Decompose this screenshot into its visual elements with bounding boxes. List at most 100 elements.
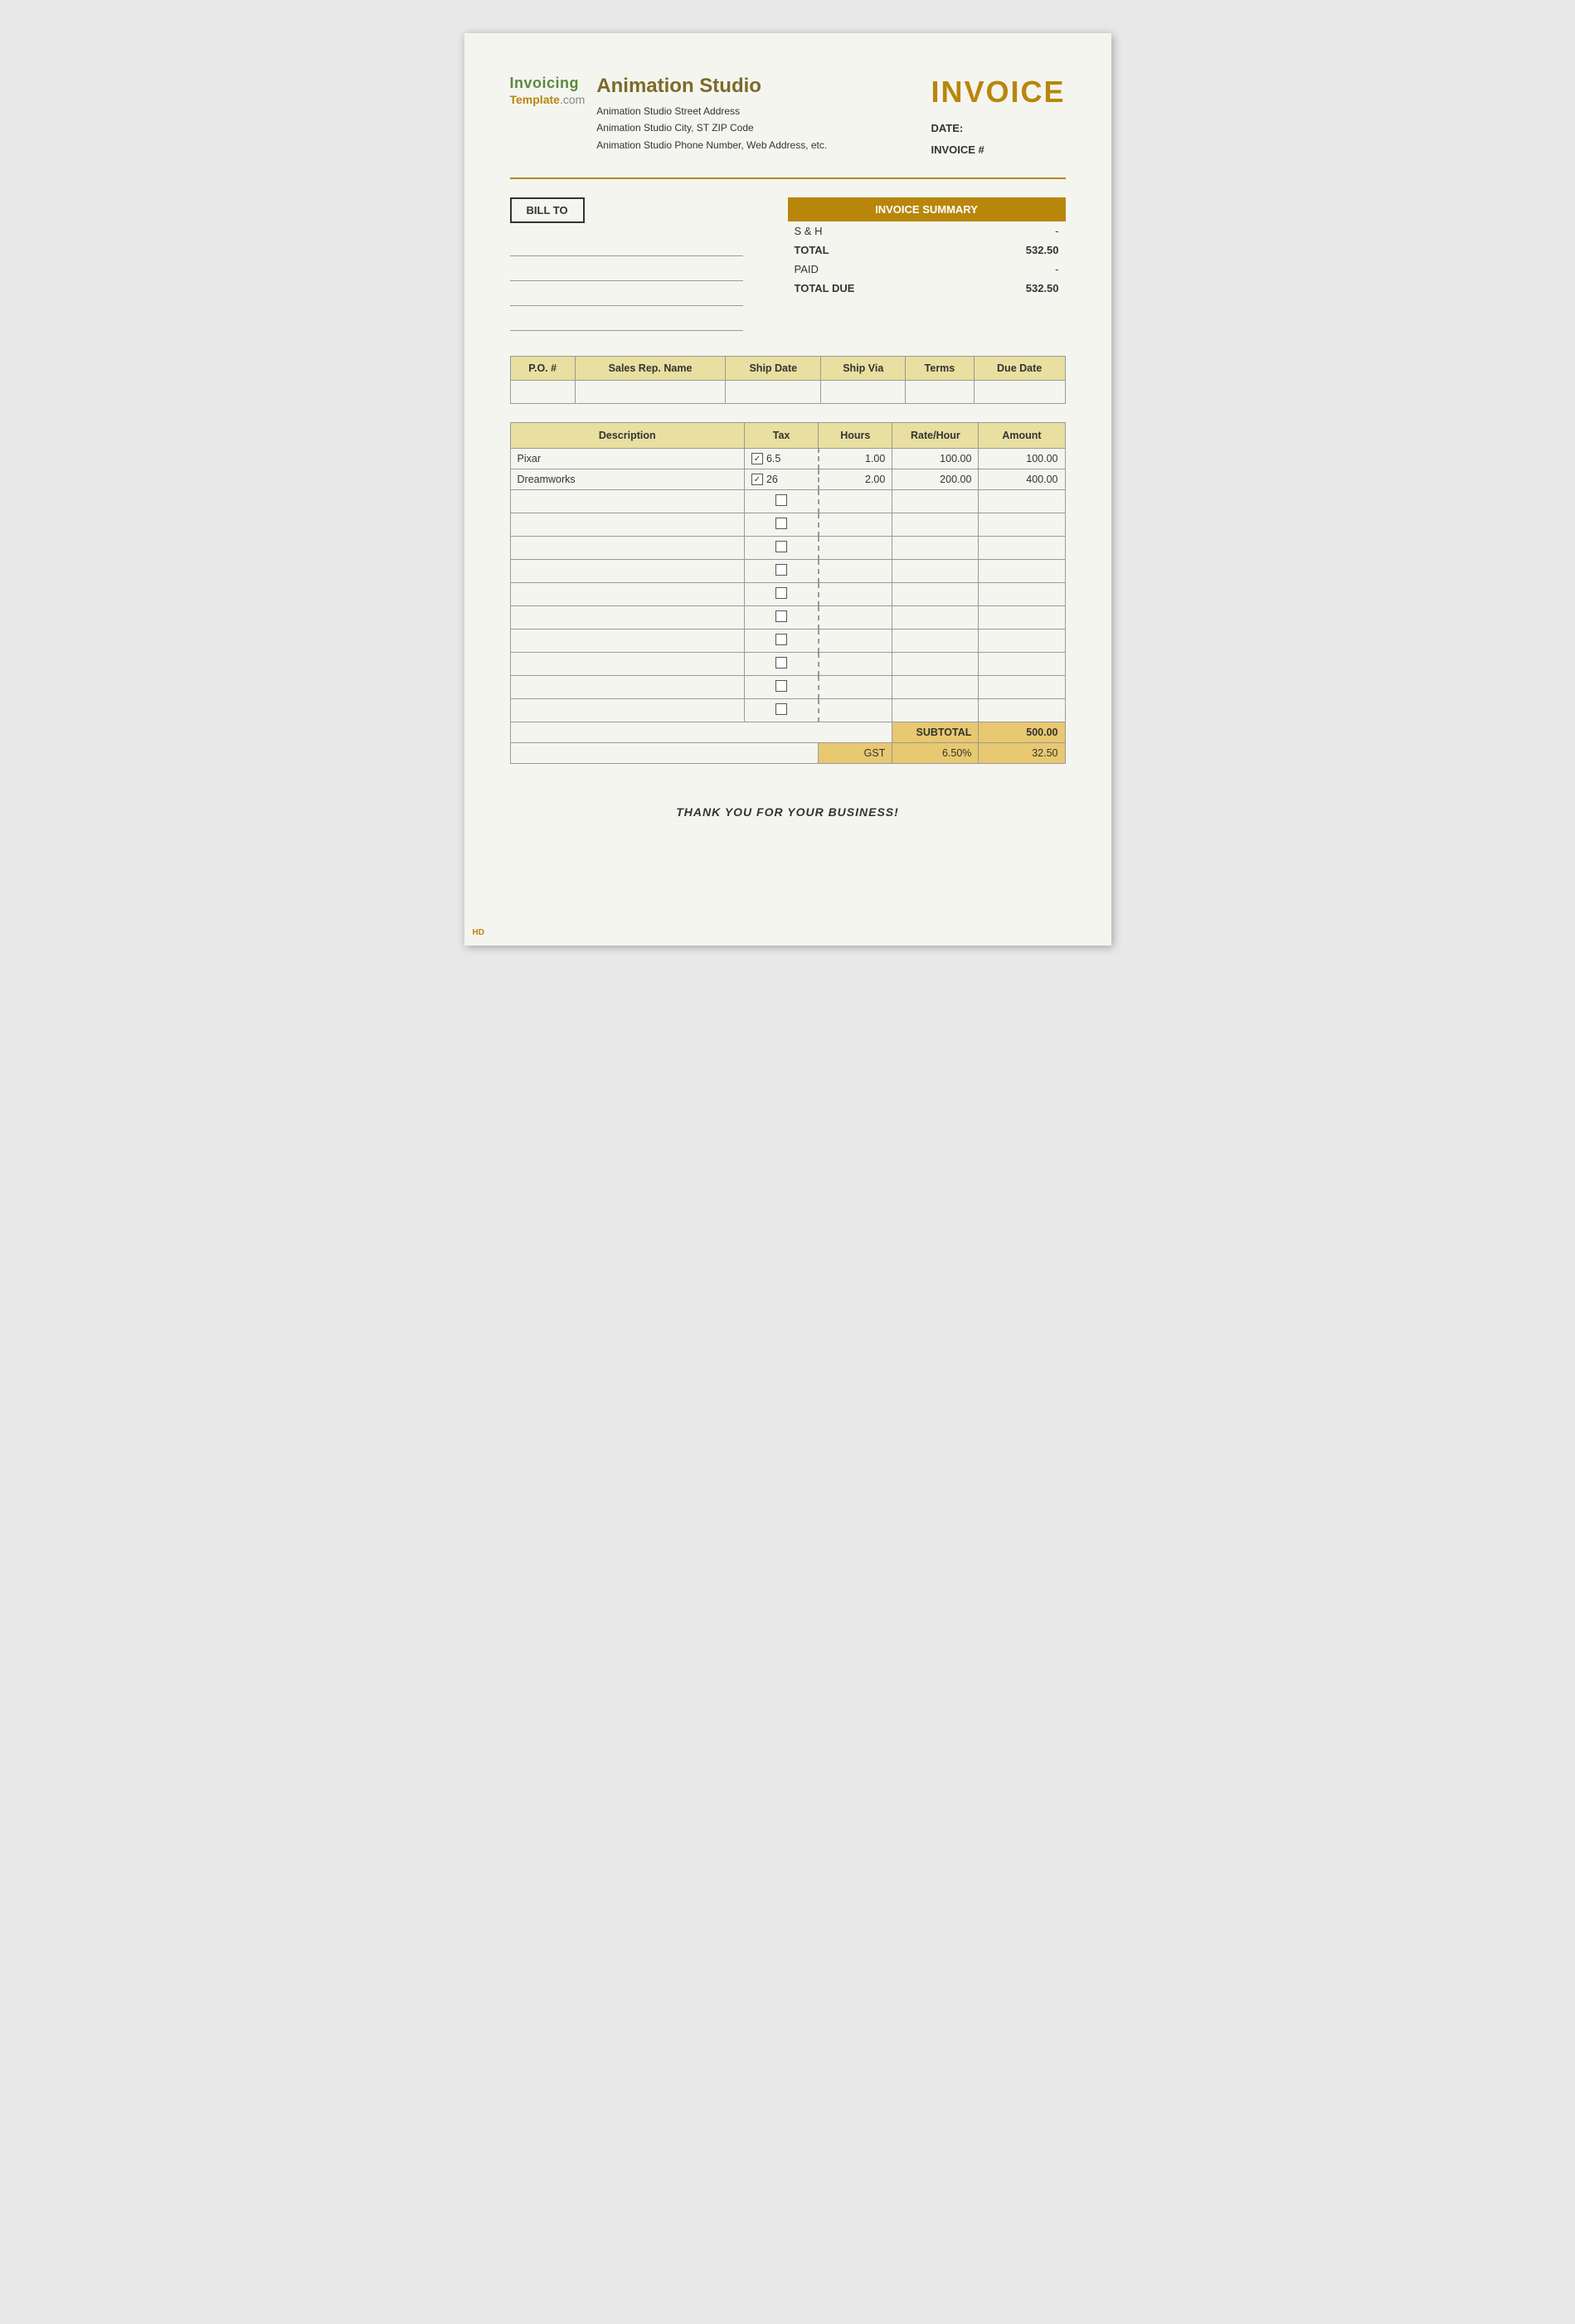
item-desc-11	[510, 676, 744, 699]
item-amount-2: 400.00	[979, 469, 1065, 490]
checkbox-10[interactable]	[775, 657, 787, 669]
item-hours-7	[819, 583, 892, 606]
subtotal-value: 500.00	[979, 722, 1065, 743]
totaldue-label: TOTAL DUE	[788, 279, 959, 298]
gst-label: GST	[819, 743, 892, 764]
item-hours-12	[819, 699, 892, 722]
po-row-1	[510, 381, 1065, 404]
summary-row-paid: PAID -	[788, 260, 1066, 279]
item-tax-1: ✓ 6.5	[744, 449, 818, 469]
checkbox-8[interactable]	[775, 610, 787, 622]
checkbox-5[interactable]	[775, 541, 787, 552]
item-hours-5	[819, 537, 892, 560]
logo-area: Invoicing Template.com	[510, 75, 586, 106]
item-rate-5	[892, 537, 979, 560]
checkbox-6[interactable]	[775, 564, 787, 576]
header-left: Invoicing Template.com Animation Studio …	[510, 75, 828, 153]
item-rate-4	[892, 513, 979, 537]
logo-invoicing: Invoicing	[510, 75, 586, 93]
item-row-12	[510, 699, 1065, 722]
item-row-11	[510, 676, 1065, 699]
item-desc-6	[510, 560, 744, 583]
paid-label: PAID	[788, 260, 959, 279]
po-col-sales: Sales Rep. Name	[575, 357, 725, 381]
subtotal-empty	[510, 722, 892, 743]
items-table-wrapper: Description Tax Hours Rate/Hour Amount P…	[510, 422, 1066, 764]
col-description: Description	[510, 423, 744, 449]
po-col-duedate: Due Date	[974, 357, 1065, 381]
item-row-3	[510, 490, 1065, 513]
item-rate-11	[892, 676, 979, 699]
summary-table: S & H - TOTAL 532.50 PAID - TOTAL DUE 53…	[788, 221, 1066, 298]
invoice-meta: DATE: INVOICE #	[931, 118, 1065, 161]
po-cell-terms	[906, 381, 975, 404]
gst-value: 32.50	[979, 743, 1065, 764]
col-ratehour: Rate/Hour	[892, 423, 979, 449]
item-row-2: Dreamworks ✓ 26 2.00 200.00 400.00	[510, 469, 1065, 490]
po-table: P.O. # Sales Rep. Name Ship Date Ship Vi…	[510, 356, 1066, 404]
totaldue-value: 532.50	[958, 279, 1065, 298]
item-desc-5	[510, 537, 744, 560]
col-hours: Hours	[819, 423, 892, 449]
item-tax-3	[744, 490, 818, 513]
total-label: TOTAL	[788, 241, 959, 260]
po-col-terms: Terms	[906, 357, 975, 381]
item-row-10	[510, 653, 1065, 676]
item-tax-7	[744, 583, 818, 606]
item-tax-10	[744, 653, 818, 676]
po-cell-po	[510, 381, 575, 404]
bill-to-line-2	[510, 263, 743, 281]
gst-rate: 6.50%	[892, 743, 979, 764]
item-rate-6	[892, 560, 979, 583]
item-hours-6	[819, 560, 892, 583]
item-amount-9	[979, 630, 1065, 653]
bill-to-line-3	[510, 288, 743, 306]
item-tax-2: ✓ 26	[744, 469, 818, 490]
item-row-5	[510, 537, 1065, 560]
item-desc-9	[510, 630, 744, 653]
po-cell-shipdate	[726, 381, 821, 404]
sh-label: S & H	[788, 221, 959, 241]
total-value: 532.50	[958, 241, 1065, 260]
invoice-page: Invoicing Template.com Animation Studio …	[464, 33, 1111, 946]
tax-value-2: 26	[766, 474, 778, 485]
summary-row-total: TOTAL 532.50	[788, 241, 1066, 260]
item-rate-1: 100.00	[892, 449, 979, 469]
item-rate-12	[892, 699, 979, 722]
bill-summary-row: BILL TO INVOICE SUMMARY S & H - TOTAL	[510, 197, 1066, 338]
checkbox-11[interactable]	[775, 680, 787, 692]
item-rate-7	[892, 583, 979, 606]
logo-template: Template.com	[510, 93, 586, 107]
po-col-shipvia: Ship Via	[821, 357, 906, 381]
item-amount-10	[979, 653, 1065, 676]
watermark: HD	[473, 928, 484, 937]
checkbox-3[interactable]	[775, 494, 787, 506]
item-rate-3	[892, 490, 979, 513]
item-hours-11	[819, 676, 892, 699]
checkbox-checked-1[interactable]: ✓	[751, 453, 763, 464]
po-col-shipdate: Ship Date	[726, 357, 821, 381]
item-hours-8	[819, 606, 892, 630]
checkbox-7[interactable]	[775, 587, 787, 599]
checkbox-9[interactable]	[775, 634, 787, 645]
checkbox-checked-2[interactable]: ✓	[751, 474, 763, 485]
item-hours-2: 2.00	[819, 469, 892, 490]
invoice-title: INVOICE	[931, 75, 1065, 109]
summary-row-totaldue: TOTAL DUE 532.50	[788, 279, 1066, 298]
subtotal-label: SUBTOTAL	[892, 722, 979, 743]
item-amount-3	[979, 490, 1065, 513]
checkbox-12[interactable]	[775, 703, 787, 715]
po-cell-duedate	[974, 381, 1065, 404]
po-cell-shipvia	[821, 381, 906, 404]
item-tax-5	[744, 537, 818, 560]
summary-row-sh: S & H -	[788, 221, 1066, 241]
invoice-summary-section: INVOICE SUMMARY S & H - TOTAL 532.50 PAI…	[788, 197, 1066, 298]
po-table-wrapper: P.O. # Sales Rep. Name Ship Date Ship Vi…	[510, 356, 1066, 404]
checkbox-4[interactable]	[775, 518, 787, 529]
item-row-9	[510, 630, 1065, 653]
item-desc-7	[510, 583, 744, 606]
gst-row: GST 6.50% 32.50	[510, 743, 1065, 764]
thank-you-message: THANK YOU FOR YOUR BUSINESS!	[510, 805, 1066, 819]
item-rate-10	[892, 653, 979, 676]
po-cell-sales	[575, 381, 725, 404]
